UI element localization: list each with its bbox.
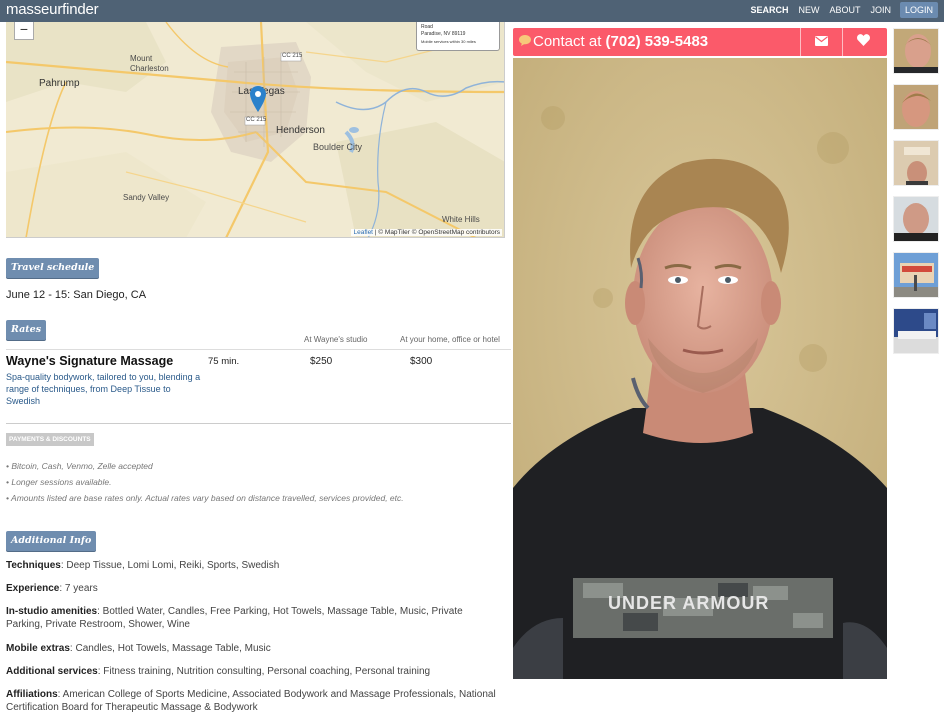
thumb-image bbox=[894, 197, 938, 241]
popup-street: Road bbox=[421, 24, 433, 30]
info-mobile-extras: Mobile extras: Candles, Hot Towels, Mass… bbox=[6, 643, 271, 654]
nav-search[interactable]: SEARCH bbox=[745, 2, 793, 18]
thumb-image bbox=[894, 253, 938, 297]
info-additional-services: Additional services: Fitness training, N… bbox=[6, 666, 431, 677]
divider bbox=[6, 349, 511, 350]
payments-heading: PAYMENTS & DISCOUNTS bbox=[6, 433, 94, 446]
nav-new[interactable]: NEW bbox=[793, 2, 824, 18]
photo-thumbnail[interactable] bbox=[893, 196, 939, 242]
info-affiliations: Affiliations: American College of Sports… bbox=[6, 689, 496, 713]
envelope-icon bbox=[815, 33, 828, 51]
map-label-white-hills: White Hills bbox=[442, 215, 480, 224]
main-nav: SEARCH NEW ABOUT JOIN LOGIN bbox=[745, 2, 938, 18]
heart-icon bbox=[857, 33, 870, 51]
home-price: $300 bbox=[410, 356, 433, 367]
contact-prefix: Contact at bbox=[533, 33, 602, 50]
thumb-image bbox=[894, 141, 938, 185]
profile-photo[interactable]: UNDER ARMOUR bbox=[513, 58, 887, 679]
profile-photo-image bbox=[513, 58, 887, 679]
info-techniques: Techniques: Deep Tissue, Lomi Lomi, Reik… bbox=[6, 560, 280, 571]
photo-thumbnail[interactable] bbox=[893, 308, 939, 354]
map-highway-label: CC 215 bbox=[246, 117, 267, 123]
photo-thumbnail[interactable] bbox=[893, 252, 939, 298]
map-highway-label: CC 215 bbox=[282, 53, 303, 59]
map-label-sandy-valley: Sandy Valley bbox=[123, 193, 170, 202]
info-in-studio-amenities: In-studio amenities: Bottled Water, Cand… bbox=[6, 606, 463, 630]
thumb-image bbox=[894, 29, 938, 73]
top-navbar: masseurfinder SEARCH NEW ABOUT JOIN LOGI… bbox=[0, 0, 944, 22]
info-experience: Experience: 7 years bbox=[6, 583, 98, 594]
favorite-button[interactable] bbox=[842, 28, 884, 56]
service-description: Spa-quality bodywork, tailored to you, b… bbox=[6, 372, 201, 406]
studio-price: $250 bbox=[310, 356, 333, 367]
photo-thumbnail[interactable] bbox=[893, 84, 939, 130]
map-label-mount-charleston: Mount Charleston bbox=[130, 54, 169, 73]
map-label-henderson: Henderson bbox=[276, 125, 325, 136]
map-attribution: Leaflet | © MapTiler © OpenStreetMap con… bbox=[351, 229, 502, 236]
leaflet-link[interactable]: Leaflet bbox=[353, 229, 373, 236]
map-zoom-out-button[interactable]: − bbox=[14, 22, 34, 40]
map-credits: | © MapTiler © OpenStreetMap contributor… bbox=[374, 229, 500, 236]
service-name: Wayne's Signature Massage bbox=[6, 354, 174, 368]
email-button[interactable] bbox=[800, 28, 842, 56]
nav-join[interactable]: JOIN bbox=[865, 2, 896, 18]
location-map[interactable]: − Road Paradise, NV 89119 Mobile service… bbox=[6, 22, 505, 238]
location-pin-icon[interactable] bbox=[250, 86, 266, 112]
shirt-logo-text: UNDER ARMOUR bbox=[608, 593, 770, 613]
service-duration: 75 min. bbox=[208, 356, 240, 367]
rates-col-studio: At Wayne's studio bbox=[304, 335, 368, 344]
map-tiles bbox=[6, 22, 504, 237]
map-label-pahrump: Pahrump bbox=[39, 78, 80, 89]
payment-note: • Amounts listed are base rates only. Ac… bbox=[6, 493, 404, 503]
thumb-image bbox=[894, 309, 938, 353]
payment-note: • Longer sessions available. bbox=[6, 477, 112, 487]
rates-col-home: At your home, office or hotel bbox=[400, 335, 500, 344]
additional-info-heading: Additional Info bbox=[6, 531, 97, 551]
site-logo[interactable]: masseurfinder bbox=[6, 1, 99, 18]
contact-phone-button[interactable]: Contact at (702) 539-5483 bbox=[519, 28, 708, 56]
travel-schedule-heading: Travel schedule bbox=[6, 258, 100, 278]
photo-thumbnail[interactable] bbox=[893, 140, 939, 186]
contact-phone-number: (702) 539-5483 bbox=[605, 33, 709, 50]
chat-bubble-icon bbox=[519, 28, 531, 56]
contact-bar: Contact at (702) 539-5483 bbox=[513, 28, 887, 56]
map-popup: Road Paradise, NV 89119 Mobile services … bbox=[416, 22, 500, 51]
travel-entry: June 12 - 15: San Diego, CA bbox=[6, 289, 147, 301]
popup-city: Paradise, NV 89119 bbox=[421, 31, 466, 37]
nav-login-button[interactable]: LOGIN bbox=[899, 2, 938, 18]
popup-mobile-note: Mobile services within 30 miles bbox=[421, 39, 476, 44]
payment-note: • Bitcoin, Cash, Venmo, Zelle accepted bbox=[6, 461, 153, 471]
nav-about[interactable]: ABOUT bbox=[824, 2, 865, 18]
divider bbox=[6, 423, 511, 424]
photo-thumbnail[interactable] bbox=[893, 28, 939, 74]
map-label-boulder-city: Boulder City bbox=[313, 142, 363, 152]
rates-heading: Rates bbox=[6, 320, 47, 340]
thumb-image bbox=[894, 85, 938, 129]
